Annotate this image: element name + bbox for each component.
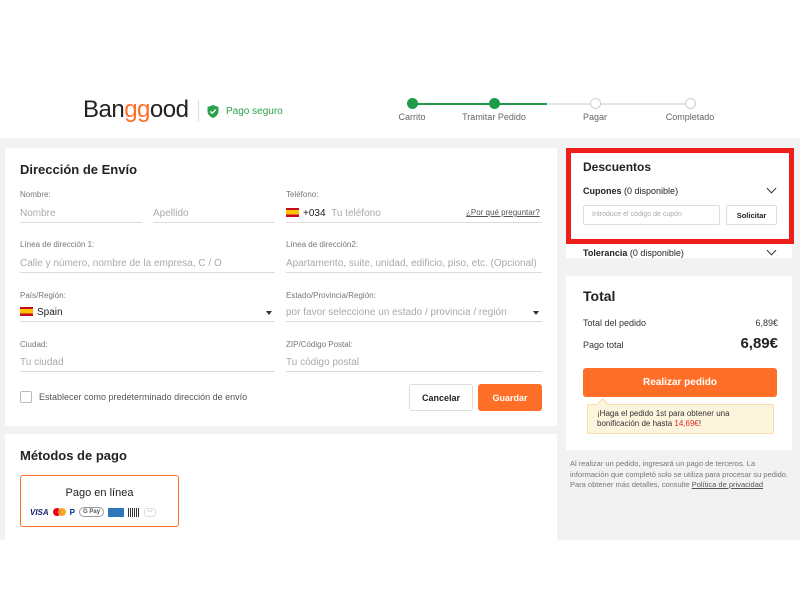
- order-total-card: Total Total del pedido 6,89€ Pago total …: [566, 276, 792, 450]
- state-label: Estado/Provincia/Región:: [286, 291, 376, 300]
- phone-prefix[interactable]: +034: [303, 208, 326, 219]
- boleto-icon: [128, 507, 141, 517]
- step-label-checkout: Tramitar Pedido: [462, 112, 526, 122]
- why-ask-link[interactable]: ¿Por qué preguntar?: [466, 208, 540, 217]
- zip-label: ZIP/Código Postal:: [286, 340, 353, 349]
- privacy-policy-link[interactable]: Política de privacidad: [692, 480, 763, 489]
- step-dot-cart: [407, 98, 418, 109]
- checkout-progress: Carrito Tramitar Pedido Pagar Completado: [380, 88, 720, 134]
- address2-input[interactable]: Apartamento, suite, unidad, edificio, pi…: [286, 255, 542, 273]
- checkout-page: Banggood Pago seguro Carrito Tramitar Pe…: [0, 0, 800, 600]
- logo-text-accent: gg: [124, 96, 150, 123]
- save-button[interactable]: Guardar: [478, 384, 542, 411]
- name-label: Nombre:: [20, 190, 51, 199]
- shipping-address-card: Dirección de Envío Nombre: Nombre Apelli…: [5, 148, 557, 426]
- tolerance-toggle[interactable]: Tolerancia (0 disponible): [583, 248, 684, 258]
- shipping-title: Dirección de Envío: [20, 162, 138, 177]
- step-label-pay: Pagar: [582, 112, 608, 122]
- progress-track-done: [413, 103, 547, 105]
- country-label: País/Región:: [20, 291, 66, 300]
- phone-placeholder: Tu teléfono: [331, 208, 381, 219]
- city-input[interactable]: Tu ciudad: [20, 354, 275, 372]
- last-name-input[interactable]: Apellido: [153, 205, 275, 223]
- amex-icon: [108, 507, 125, 517]
- chevron-down-icon[interactable]: [766, 245, 777, 256]
- pay-total-label: Pago total: [583, 340, 624, 350]
- first-name-input[interactable]: Nombre: [20, 205, 142, 223]
- shield-check-icon: [207, 104, 219, 118]
- place-order-button[interactable]: Realizar pedido: [583, 368, 777, 397]
- third-party-payment-note: Al realizar un pedido, ingresará un pago…: [570, 459, 790, 491]
- gpay-icon: G Pay: [79, 507, 105, 517]
- online-payment-label: Pago en línea: [65, 487, 134, 499]
- cancel-button[interactable]: Cancelar: [409, 384, 473, 411]
- phone-label: Teléfono:: [286, 190, 319, 199]
- zip-input[interactable]: Tu código postal: [286, 354, 542, 372]
- promo-end: !: [698, 419, 702, 428]
- payment-icons: VISA P G Pay ···: [30, 507, 157, 517]
- default-address-checkbox[interactable]: [20, 391, 32, 403]
- banggood-logo[interactable]: Banggood: [83, 96, 189, 124]
- city-label: Ciudad:: [20, 340, 48, 349]
- step-label-cart: Carrito: [398, 112, 426, 122]
- spain-flag-icon: [286, 208, 299, 217]
- online-payment-option[interactable]: Pago en línea VISA P G Pay ···: [20, 475, 179, 527]
- step-dot-pay: [590, 98, 601, 109]
- total-title: Total: [583, 288, 616, 304]
- address2-label: Línea de dirección2:: [286, 240, 359, 249]
- tolerance-count: (0 disponible): [629, 248, 684, 258]
- secure-payment-badge: Pago seguro: [198, 100, 283, 122]
- pay-total-value: 6,89€: [740, 335, 778, 352]
- secure-payment-label: Pago seguro: [226, 105, 283, 117]
- caret-down-icon: [533, 311, 539, 315]
- address1-label: Línea de dirección 1:: [20, 240, 95, 249]
- spain-flag-icon: [20, 307, 33, 316]
- caret-down-icon: [266, 311, 272, 315]
- step-dot-complete: [685, 98, 696, 109]
- logo-text-suffix: ood: [149, 96, 189, 123]
- country-select[interactable]: Spain: [20, 304, 275, 322]
- state-placeholder: por favor seleccione un estado / provinc…: [286, 307, 507, 318]
- step-dot-checkout: [489, 98, 500, 109]
- default-address-label[interactable]: Establecer como predeterminado dirección…: [39, 392, 247, 402]
- paypal-icon: P: [69, 507, 76, 517]
- first-order-promo: ¡Haga el pedido 1st para obtener una bon…: [587, 404, 774, 434]
- tolerance-label: Tolerancia: [583, 248, 628, 258]
- visa-icon: VISA: [30, 507, 49, 517]
- payment-title: Métodos de pago: [20, 448, 127, 463]
- header: Banggood Pago seguro Carrito Tramitar Pe…: [0, 88, 800, 134]
- logo-text-prefix: Ban: [83, 96, 125, 123]
- promo-amount: 14,69€: [674, 419, 699, 428]
- mastercard-icon: [52, 508, 66, 516]
- subtotal-value: 6,89€: [755, 318, 778, 328]
- step-label-complete: Completado: [665, 112, 715, 122]
- highlight-box: [566, 148, 794, 244]
- address1-input[interactable]: Calle y número, nombre de la empresa, C …: [20, 255, 275, 273]
- state-select[interactable]: por favor seleccione un estado / provinc…: [286, 304, 542, 322]
- promo-text: ¡Haga el pedido 1st para obtener una bon…: [597, 409, 730, 428]
- subtotal-label: Total del pedido: [583, 318, 647, 328]
- more-icon: ···: [144, 507, 157, 517]
- country-value: Spain: [37, 307, 63, 318]
- payment-methods-card: Métodos de pago Pago en línea VISA P G P…: [5, 434, 557, 540]
